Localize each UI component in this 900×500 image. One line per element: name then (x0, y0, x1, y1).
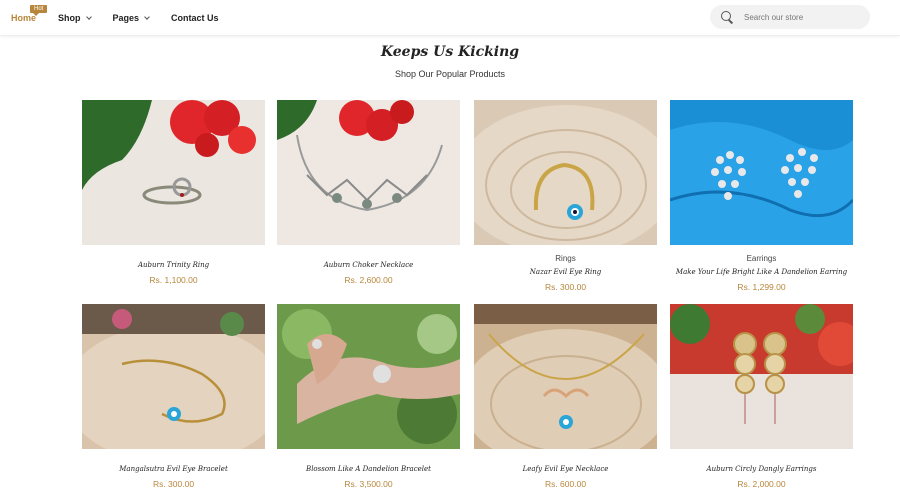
search-input[interactable] (744, 12, 864, 22)
chevron-down-icon (85, 13, 92, 20)
product-price: Rs. 3,500.00 (344, 479, 393, 489)
product-image[interactable] (474, 304, 657, 449)
nav-shop[interactable]: Shop (58, 13, 92, 23)
product-name[interactable]: Leafy Evil Eye Necklace (474, 465, 657, 473)
product-price: Rs. 600.00 (544, 479, 587, 489)
product-card[interactable]: Leafy Evil Eye Necklace Rs. 600.00 (474, 304, 657, 489)
product-price: Rs. 2,600.00 (344, 275, 393, 285)
product-category: Rings (555, 254, 576, 263)
nav-pages[interactable]: Pages (113, 13, 150, 23)
product-name[interactable]: Auburn Choker Necklace (277, 261, 460, 269)
product-card[interactable]: Auburn Choker Necklace Rs. 2,600.00 (277, 100, 460, 285)
chevron-down-icon (144, 13, 150, 20)
product-name[interactable]: Mangalsutra Evil Eye Bracelet (82, 465, 265, 473)
search-box (710, 5, 870, 29)
product-card[interactable]: Auburn Trinity Ring Rs. 1,100.00 (82, 100, 265, 285)
product-price: Rs. 1,100.00 (149, 275, 198, 285)
product-category: Earrings (746, 254, 777, 263)
product-image[interactable] (277, 304, 460, 449)
site-header: Home Hot Shop Pages Contact Us (0, 0, 900, 36)
search-icon[interactable] (720, 10, 734, 24)
product-name[interactable]: Make Your Life Bright Like A Dandelion E… (670, 268, 853, 276)
nav-contact-label: Contact Us (171, 13, 219, 23)
product-image[interactable] (82, 100, 265, 245)
product-name[interactable]: Auburn Trinity Ring (82, 261, 265, 269)
product-price: Rs. 300.00 (152, 479, 195, 489)
product-image[interactable] (474, 100, 657, 245)
product-price: Rs. 1,299.00 (737, 282, 786, 292)
product-card[interactable]: Blossom Like A Dandelion Bracelet Rs. 3,… (277, 304, 460, 489)
hot-badge: Hot (30, 5, 48, 16)
product-image[interactable] (277, 100, 460, 245)
main-nav: Home Hot Shop Pages Contact Us (11, 0, 241, 36)
product-name[interactable]: Auburn Circly Dangly Earrings (670, 465, 853, 473)
nav-pages-label: Pages (112, 13, 140, 23)
product-card[interactable]: Rings Nazar Evil Eye Ring Rs. 300.00 (474, 100, 657, 292)
nav-home[interactable]: Home Hot (11, 5, 48, 23)
product-name[interactable]: Blossom Like A Dandelion Bracelet (277, 465, 460, 473)
product-price: Rs. 300.00 (544, 282, 587, 292)
product-image[interactable] (82, 304, 265, 449)
section-title: Keeps Us Kicking (380, 44, 520, 60)
section-subtitle: Shop Our Popular Products (394, 69, 506, 79)
nav-contact[interactable]: Contact Us (171, 13, 219, 23)
product-card[interactable]: Auburn Circly Dangly Earrings Rs. 2,000.… (670, 304, 853, 489)
nav-shop-label: Shop (58, 13, 81, 23)
product-card[interactable]: Mangalsutra Evil Eye Bracelet Rs. 300.00 (82, 304, 265, 489)
product-card[interactable]: Earrings Make Your Life Bright Like A Da… (670, 100, 853, 292)
product-price: Rs. 2,000.00 (737, 479, 786, 489)
product-image[interactable] (670, 100, 853, 245)
product-image[interactable] (670, 304, 853, 449)
product-name[interactable]: Nazar Evil Eye Ring (474, 268, 657, 276)
